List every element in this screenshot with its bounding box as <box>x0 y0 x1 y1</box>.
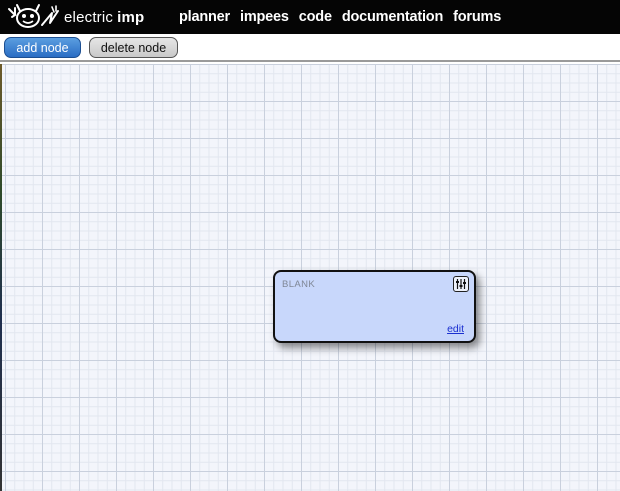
electric-imp-logo-icon <box>8 4 59 28</box>
add-node-button[interactable]: add node <box>4 37 81 58</box>
left-edge-strip <box>0 64 2 491</box>
nav-planner[interactable]: planner <box>179 9 230 25</box>
node-title: BLANK <box>282 279 316 290</box>
toolbar: add node delete node <box>0 34 620 62</box>
logo-word-imp: imp <box>117 8 145 26</box>
nav-impees[interactable]: impees <box>240 9 289 25</box>
main-nav: planner impees code documentation forums <box>179 0 511 34</box>
nav-documentation[interactable]: documentation <box>342 9 444 25</box>
delete-node-button[interactable]: delete node <box>89 37 178 58</box>
nav-forums[interactable]: forums <box>453 9 501 25</box>
blank-node[interactable]: BLANK edit <box>273 270 476 343</box>
sliders-icon[interactable] <box>453 276 469 292</box>
logo-text: electric imp <box>64 9 144 26</box>
top-nav-bar: electric imp planner impees code document… <box>0 0 620 34</box>
logo-word-electric: electric <box>64 8 114 26</box>
logo[interactable]: electric imp <box>6 3 144 31</box>
node-edit-link[interactable]: edit <box>447 323 464 335</box>
nav-code[interactable]: code <box>299 9 332 25</box>
